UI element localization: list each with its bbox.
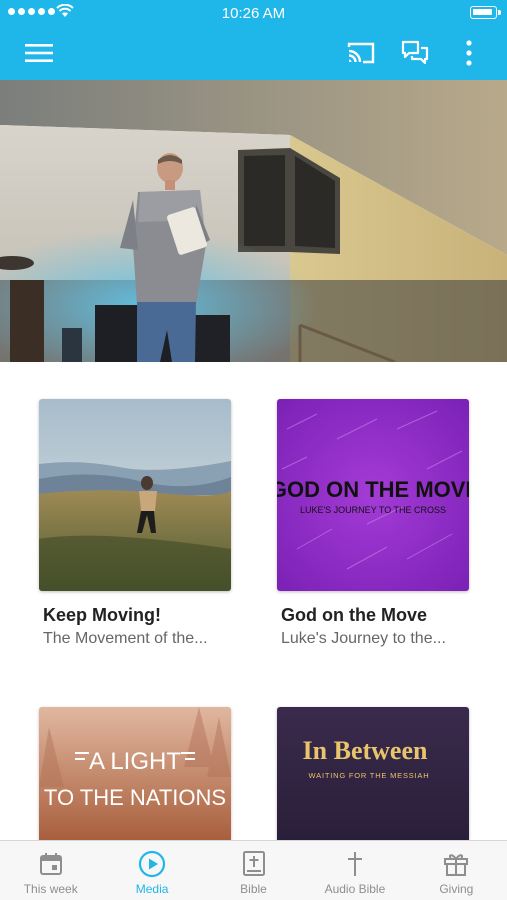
tab-audio-bible[interactable]: Audio Bible xyxy=(304,841,405,900)
artwork-subtitle: WAITING FOR THE MESSIAH xyxy=(309,771,430,780)
app-bar xyxy=(0,26,507,80)
series-title: Keep Moving! xyxy=(43,605,162,625)
series-artwork xyxy=(39,399,231,591)
series-title: God on the Move xyxy=(281,605,427,625)
cross-icon xyxy=(341,850,369,878)
cast-icon[interactable] xyxy=(344,36,378,70)
tab-this-week[interactable]: This week xyxy=(0,841,101,900)
play-circle-icon xyxy=(138,850,166,878)
series-card[interactable]: A LIGHT TO THE NATIONS xyxy=(39,707,231,840)
gift-icon xyxy=(442,850,470,878)
artwork-subtitle: LUKE'S JOURNEY TO THE CROSS xyxy=(300,505,446,515)
series-artwork: In Between WAITING FOR THE MESSIAH xyxy=(277,707,469,840)
more-vertical-icon[interactable] xyxy=(452,36,486,70)
tab-media[interactable]: Media xyxy=(101,841,202,900)
bottom-tab-bar: This week Media Bible Audio Bible Giving xyxy=(0,840,507,900)
tab-label: This week xyxy=(23,882,78,896)
hamburger-menu-icon[interactable] xyxy=(22,36,56,70)
tab-label: Bible xyxy=(240,882,267,896)
tab-label: Audio Bible xyxy=(324,882,386,896)
series-subtitle: Luke's Journey to the... xyxy=(281,630,446,647)
series-subtitle: The Movement of the... xyxy=(43,630,208,647)
series-artwork: A LIGHT TO THE NATIONS xyxy=(39,707,231,840)
tab-label: Giving xyxy=(439,882,474,896)
tab-giving[interactable]: Giving xyxy=(406,841,507,900)
tab-label: Media xyxy=(135,882,169,896)
battery-icon xyxy=(470,6,501,19)
series-artwork: GOD ON THE MOVE LUKE'S JOURNEY TO THE CR… xyxy=(277,399,469,591)
calendar-icon xyxy=(37,850,65,878)
series-card[interactable]: Keep Moving! The Movement of the... xyxy=(39,399,231,648)
chat-icon[interactable] xyxy=(398,36,432,70)
series-card[interactable]: In Between WAITING FOR THE MESSIAH xyxy=(277,707,469,840)
artwork-title: In Between xyxy=(303,736,428,765)
hero-image[interactable] xyxy=(0,80,507,362)
app-screen: 10:26 AM Keep Moving! The Movement of th… xyxy=(0,0,507,900)
artwork-line2: TO THE NATIONS xyxy=(44,785,226,810)
tab-bible[interactable]: Bible xyxy=(203,841,304,900)
artwork-line1: A LIGHT xyxy=(89,748,181,775)
artwork-title: GOD ON THE MOVE xyxy=(277,477,469,502)
status-time: 10:26 AM xyxy=(221,5,286,22)
status-bar: 10:26 AM xyxy=(0,0,507,26)
bible-icon xyxy=(240,850,268,878)
series-card[interactable]: GOD ON THE MOVE LUKE'S JOURNEY TO THE CR… xyxy=(277,399,469,648)
